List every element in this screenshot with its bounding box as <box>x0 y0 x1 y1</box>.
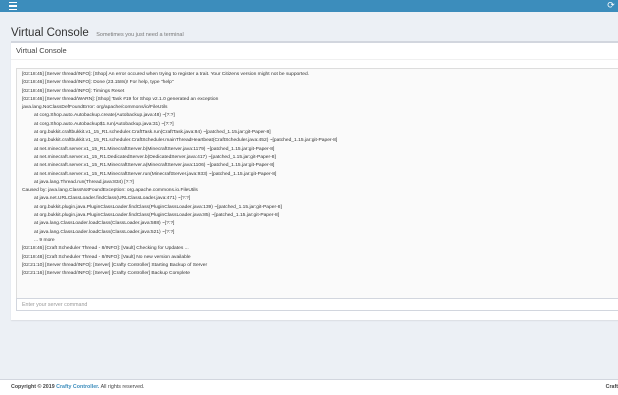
console-line: at org.bukkit.plugin.java.PluginClassLoa… <box>34 213 280 219</box>
crafty-controller-link[interactable]: Crafty Controller. <box>56 384 99 390</box>
console-line: java.lang.NoClassDefFoundError: org/apac… <box>22 105 168 111</box>
console-line: at net.minecraft.server.v1_15_R1.Minecra… <box>34 146 275 152</box>
console-line: [02:21:10] [Server thread/INFO]: [Server… <box>22 262 208 268</box>
hamburger-icon[interactable] <box>9 2 17 10</box>
refresh-icon[interactable]: ⟳ <box>606 1 616 11</box>
console-line: [02:18:46] [Server thread/INFO]: Done (2… <box>22 80 174 86</box>
console-line: [02:21:16] [Server thread/INFO]: [Server… <box>22 271 190 277</box>
console-line: at net.minecraft.server.v1_15_R1.Dedicat… <box>34 154 276 160</box>
page-title: Virtual Console <box>11 27 89 39</box>
page-subtitle: Sometimes you just need a terminal <box>96 32 184 38</box>
console-line: at corg.Shop.auto.Autobackup.create(Auto… <box>34 113 175 119</box>
footer-copyright: Copyright © 2019 Crafty Controller. All … <box>11 380 144 395</box>
console-line: at org.bukkit.plugin.java.PluginClassLoa… <box>34 204 282 210</box>
console-line: at java.lang.ClassLoader.loadClass(Class… <box>34 221 175 227</box>
copyright-suffix: All rights reserved. <box>100 384 145 390</box>
console-box: Virtual Console [02:18:45] [Server threa… <box>11 41 618 320</box>
console-line: at net.minecraft.server.v1_15_R1.Minecra… <box>34 171 277 177</box>
footer: Copyright © 2019 Crafty Controller. All … <box>0 379 618 395</box>
console-line: [02:18:45] [Server thread/INFO]: [Shop] … <box>22 72 310 77</box>
console-line: [02:18:46] [Server thread/INFO]: Timings… <box>22 88 125 94</box>
console-line: ... 9 more <box>34 237 55 243</box>
console-line: at org.bukkit.craftbukkit.v1_15_R1.sched… <box>34 130 271 136</box>
console-line: at java.lang.Thread.run(Thread.java:834)… <box>34 179 134 185</box>
top-navbar: ⟳ <box>0 0 618 12</box>
console-line: at corg.Shop.auto.Autobackup$1.run(Autob… <box>34 121 174 127</box>
footer-brand: Craft <box>605 384 618 390</box>
console-line: at org.bukkit.craftbukkit.v1_15_R1.sched… <box>34 138 338 144</box>
console-output[interactable]: [02:18:45] [Server thread/INFO]: [Shop] … <box>16 68 618 304</box>
console-line: at java.lang.ClassLoader.loadClass(Class… <box>34 229 175 235</box>
console-line: at java.net.URLClassLoader.findClass(URL… <box>34 196 191 202</box>
command-input[interactable] <box>16 298 618 311</box>
console-line: at net.minecraft.server.v1_15_R1.Minecra… <box>34 163 275 169</box>
console-line: [02:18:46] [Craft Scheduler Thread - 8/I… <box>22 246 189 252</box>
content-header: Virtual Console Sometimes you just need … <box>11 23 184 41</box>
copyright-prefix: Copyright © 2019 <box>11 384 55 390</box>
console-line: Caused by: java.lang.ClassNotFoundExcept… <box>22 188 198 194</box>
console-line: [02:18:48] [Craft Scheduler Thread - 8/I… <box>22 254 191 260</box>
box-title: Virtual Console <box>11 43 618 60</box>
console-line: [02:18:46] [Server thread/WARN]: [Shop] … <box>22 96 219 102</box>
